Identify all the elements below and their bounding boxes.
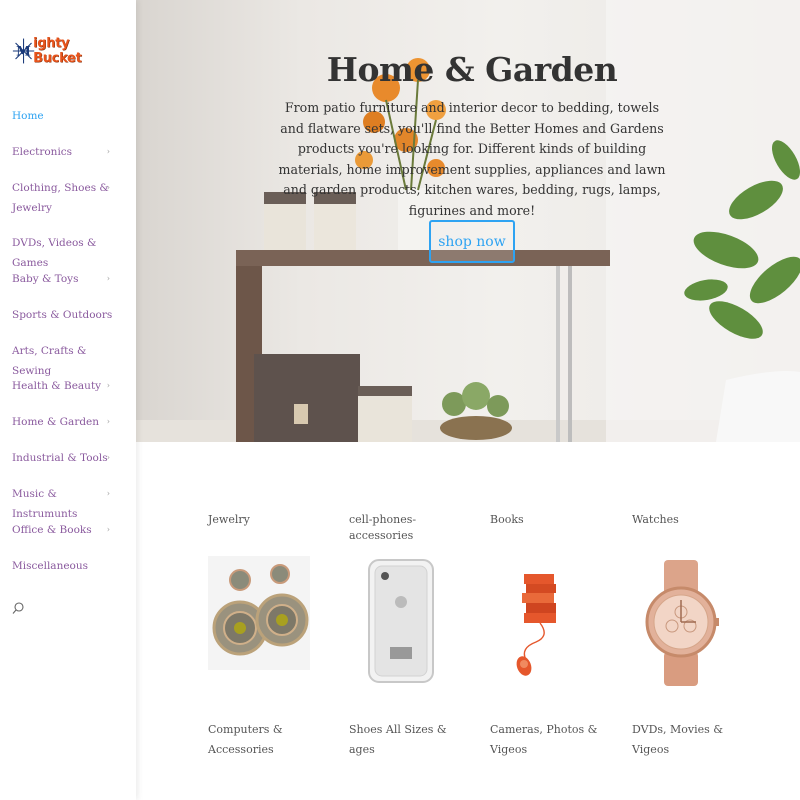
sidebar-item-label: Sports & Outdoors xyxy=(12,309,113,321)
sidebar-item-dvds-videos-games[interactable]: DVDs, Videos & Games xyxy=(12,233,130,273)
category-subtitle-line: Shoes All Sizes & ages xyxy=(349,723,447,756)
sidebar-item-label: Home xyxy=(12,110,44,122)
sidebar-item-arts-crafts-sewing[interactable]: Arts, Crafts & Sewing xyxy=(12,341,130,381)
category-cell-phones[interactable]: cell-phones-accessories Shoes All Sizes … xyxy=(349,512,469,756)
site-logo[interactable]: M ighty Bucket xyxy=(12,34,112,68)
watch-image[interactable] xyxy=(632,556,734,688)
sidebar-item-label: Miscellaneous xyxy=(12,560,89,572)
sidebar-item-office-books[interactable]: Office & Books › xyxy=(12,520,130,540)
books-mouse-image[interactable] xyxy=(490,556,592,688)
category-subtitle-line: Computers & xyxy=(208,723,283,736)
sidebar-item-health-beauty[interactable]: Health & Beauty › xyxy=(12,376,130,396)
category-title[interactable]: Jewelry xyxy=(208,512,328,528)
sidebar-item-home-garden[interactable]: Home & Garden › xyxy=(12,412,130,432)
chevron-right-icon: › xyxy=(106,489,110,498)
chevron-right-icon: › xyxy=(106,183,110,192)
shop-now-button[interactable]: shop now xyxy=(429,220,515,263)
earrings-image[interactable] xyxy=(208,556,310,688)
category-subtitle[interactable]: Computers & Accessories xyxy=(208,720,328,760)
hero-banner: Home & Garden From patio furniture and i… xyxy=(136,0,800,442)
sidebar-item-label: Baby & Toys xyxy=(12,273,79,285)
chevron-right-icon: › xyxy=(106,274,110,283)
sidebar-item-clothing-shoes[interactable]: Clothing, Shoes & Jewelry › xyxy=(12,178,130,218)
sidebar-item-label: Music & Instrumunts xyxy=(12,488,78,520)
sidebar-item-sports-outdoors[interactable]: Sports & Outdoors xyxy=(12,305,130,325)
category-subtitle-line: Vigeos xyxy=(490,743,528,756)
chevron-right-icon: › xyxy=(106,525,110,534)
chevron-right-icon: › xyxy=(106,381,110,390)
category-subtitle-line: Accessories xyxy=(208,743,274,756)
category-title[interactable]: Books xyxy=(490,512,610,528)
category-subtitle[interactable]: Cameras, Photos & Vigeos xyxy=(490,720,610,760)
category-books[interactable]: Books Cameras, Photos & Vigeos xyxy=(490,512,610,756)
sidebar-item-miscellaneous[interactable]: Miscellaneous xyxy=(12,556,130,576)
category-watches[interactable]: Watches DVDs, Movies & Vigeos xyxy=(632,512,752,756)
category-title[interactable]: cell-phones-accessories xyxy=(349,512,469,544)
sidebar-item-label: Electronics xyxy=(12,146,73,158)
sidebar-item-label: Clothing, Shoes & xyxy=(12,182,109,194)
logo-text: ighty Bucket xyxy=(33,36,82,66)
sidebar-item-music-instrumunts[interactable]: Music & Instrumunts › xyxy=(12,484,130,524)
category-subtitle[interactable]: DVDs, Movies & Vigeos xyxy=(632,720,752,760)
sidebar: M ighty Bucket Home Electronics › Clothing,… xyxy=(0,0,136,800)
svg-text:M: M xyxy=(16,43,31,59)
sidebar-item-label: Home & Garden xyxy=(12,416,100,428)
sidebar-item-label: Health & Beauty xyxy=(12,380,102,392)
phone-image[interactable] xyxy=(349,556,451,688)
sidebar-item-label: Arts, Crafts & Sewing xyxy=(12,345,87,377)
hero-description: From patio furniture and interior decor … xyxy=(278,100,666,218)
category-subtitle-line: Cameras, Photos & xyxy=(490,723,598,736)
hero-title: Home & Garden xyxy=(326,50,618,89)
category-subtitle[interactable]: Shoes All Sizes & ages xyxy=(349,720,469,760)
sidebar-item-electronics[interactable]: Electronics › xyxy=(12,142,130,162)
sidebar-item-label: DVDs, Videos & Games xyxy=(12,237,97,269)
category-title[interactable]: Watches xyxy=(632,512,752,528)
search-icon[interactable] xyxy=(11,601,25,615)
sidebar-item-label: Jewelry xyxy=(12,202,52,214)
category-jewelry[interactable]: Jewelry Computers & Accessories xyxy=(208,512,328,756)
chevron-right-icon: › xyxy=(106,453,110,462)
chevron-right-icon: › xyxy=(106,147,110,156)
sidebar-item-home[interactable]: Home xyxy=(12,106,130,126)
logo-icon: M xyxy=(12,38,35,64)
category-subtitle-line: DVDs, Movies & Vigeos xyxy=(632,723,724,756)
sidebar-item-label: Office & Books xyxy=(12,524,92,536)
sidebar-item-baby-toys[interactable]: Baby & Toys › xyxy=(12,269,130,289)
sidebar-item-industrial-tools[interactable]: Industrial & Tools › xyxy=(12,448,130,468)
chevron-right-icon: › xyxy=(106,417,110,426)
sidebar-item-label: Industrial & Tools xyxy=(12,452,108,464)
